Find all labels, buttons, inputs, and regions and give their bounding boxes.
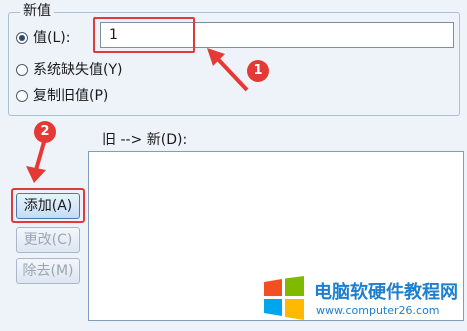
watermark-title: 电脑软硬件教程网 (314, 282, 458, 303)
radio-copy-old[interactable]: 复制旧值(P) (16, 86, 108, 106)
add-button-highlight (11, 188, 85, 223)
radio-copy-old-button[interactable] (16, 90, 28, 102)
arrow-icon-step2 (26, 141, 46, 183)
radio-system-missing-label: 系统缺失值(Y) (33, 62, 123, 78)
old-new-label: 旧 --> 新(D): (102, 132, 188, 148)
value-input-highlight (93, 17, 195, 53)
watermark-url: www.computer26.com (316, 304, 440, 317)
radio-system-missing[interactable]: 系统缺失值(Y) (16, 60, 122, 80)
group-title: 新值 (20, 2, 54, 20)
radio-value-button[interactable] (16, 32, 28, 44)
site-watermark: 电脑软硬件教程网 www.computer26.com (258, 274, 464, 326)
change-button[interactable]: 更改(C) (16, 227, 80, 253)
radio-value[interactable]: 值(L): (16, 28, 70, 48)
radio-value-label: 值(L): (33, 30, 71, 46)
remove-button[interactable]: 除去(M) (16, 258, 80, 284)
windows-logo-icon (264, 276, 304, 320)
radio-system-missing-button[interactable] (16, 64, 28, 76)
radio-copy-old-label: 复制旧值(P) (33, 88, 109, 104)
step-badge-1: 1 (247, 60, 269, 82)
